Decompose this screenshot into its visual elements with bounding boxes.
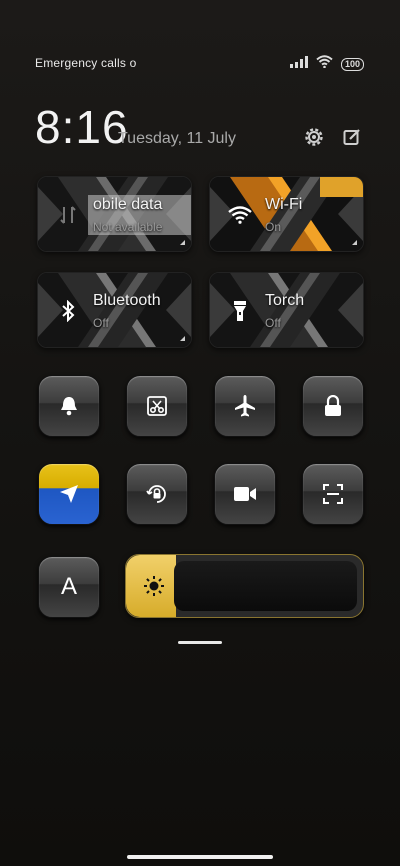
tile-bluetooth[interactable]: Bluetooth Off xyxy=(37,272,192,348)
expand-corner-icon xyxy=(180,336,185,341)
expand-corner-icon xyxy=(352,240,357,245)
signal-icon xyxy=(289,55,308,73)
clock: 8:16 xyxy=(35,101,129,153)
toggle-scissors[interactable] xyxy=(126,375,188,437)
rotation-lock-icon xyxy=(145,482,169,506)
brightness-track xyxy=(174,561,357,611)
date: Tuesday, 11 July xyxy=(118,130,236,147)
tile-wifi[interactable]: Wi-Fi On xyxy=(209,176,364,252)
toggle-video[interactable] xyxy=(214,463,276,525)
toggle-airplane[interactable] xyxy=(214,375,276,437)
toggle-bell[interactable] xyxy=(38,375,100,437)
airplane-icon xyxy=(233,394,257,418)
bluetooth-icon xyxy=(56,299,80,323)
scissors-icon xyxy=(146,395,168,417)
tile-torch[interactable]: Torch Off xyxy=(209,272,364,348)
wifi-icon xyxy=(228,203,252,227)
tile-label: Wi-Fi xyxy=(265,196,303,213)
toggle-auto-brightness[interactable]: A xyxy=(38,556,100,618)
letter-a-icon: A xyxy=(60,573,77,600)
toggle-lock[interactable] xyxy=(302,375,364,437)
tile-status: Not available xyxy=(93,220,163,234)
toggle-rotation[interactable] xyxy=(126,463,188,525)
drag-handle[interactable] xyxy=(178,641,222,644)
tile-status: Off xyxy=(93,316,109,330)
bell-icon xyxy=(58,395,80,417)
edit-icon[interactable] xyxy=(339,124,365,150)
tile-status: On xyxy=(265,220,282,234)
expand-corner-icon xyxy=(180,240,185,245)
status-text: Emergency calls o xyxy=(35,56,137,70)
video-camera-icon xyxy=(233,485,257,503)
sun-icon xyxy=(142,574,166,598)
tile-label: obile data xyxy=(93,196,163,213)
brightness-slider[interactable] xyxy=(125,554,364,618)
toggle-location[interactable] xyxy=(38,463,100,525)
status-icons: 100 xyxy=(289,55,364,73)
tile-status: Off xyxy=(265,316,281,330)
gesture-bar[interactable] xyxy=(127,855,273,859)
wifi-icon xyxy=(316,55,333,73)
settings-gear-icon[interactable] xyxy=(301,124,327,150)
location-arrow-icon xyxy=(58,483,80,505)
mobile-data-arrows-icon xyxy=(56,203,80,227)
tile-label: Bluetooth xyxy=(93,292,161,309)
tile-mobile-data[interactable]: obile data Not available xyxy=(37,176,192,252)
toggle-scan[interactable] xyxy=(302,463,364,525)
torch-icon xyxy=(228,299,252,323)
tile-label: Torch xyxy=(265,292,305,309)
battery-indicator: 100 xyxy=(340,57,364,71)
scan-icon xyxy=(322,483,344,505)
lock-icon xyxy=(323,395,343,417)
